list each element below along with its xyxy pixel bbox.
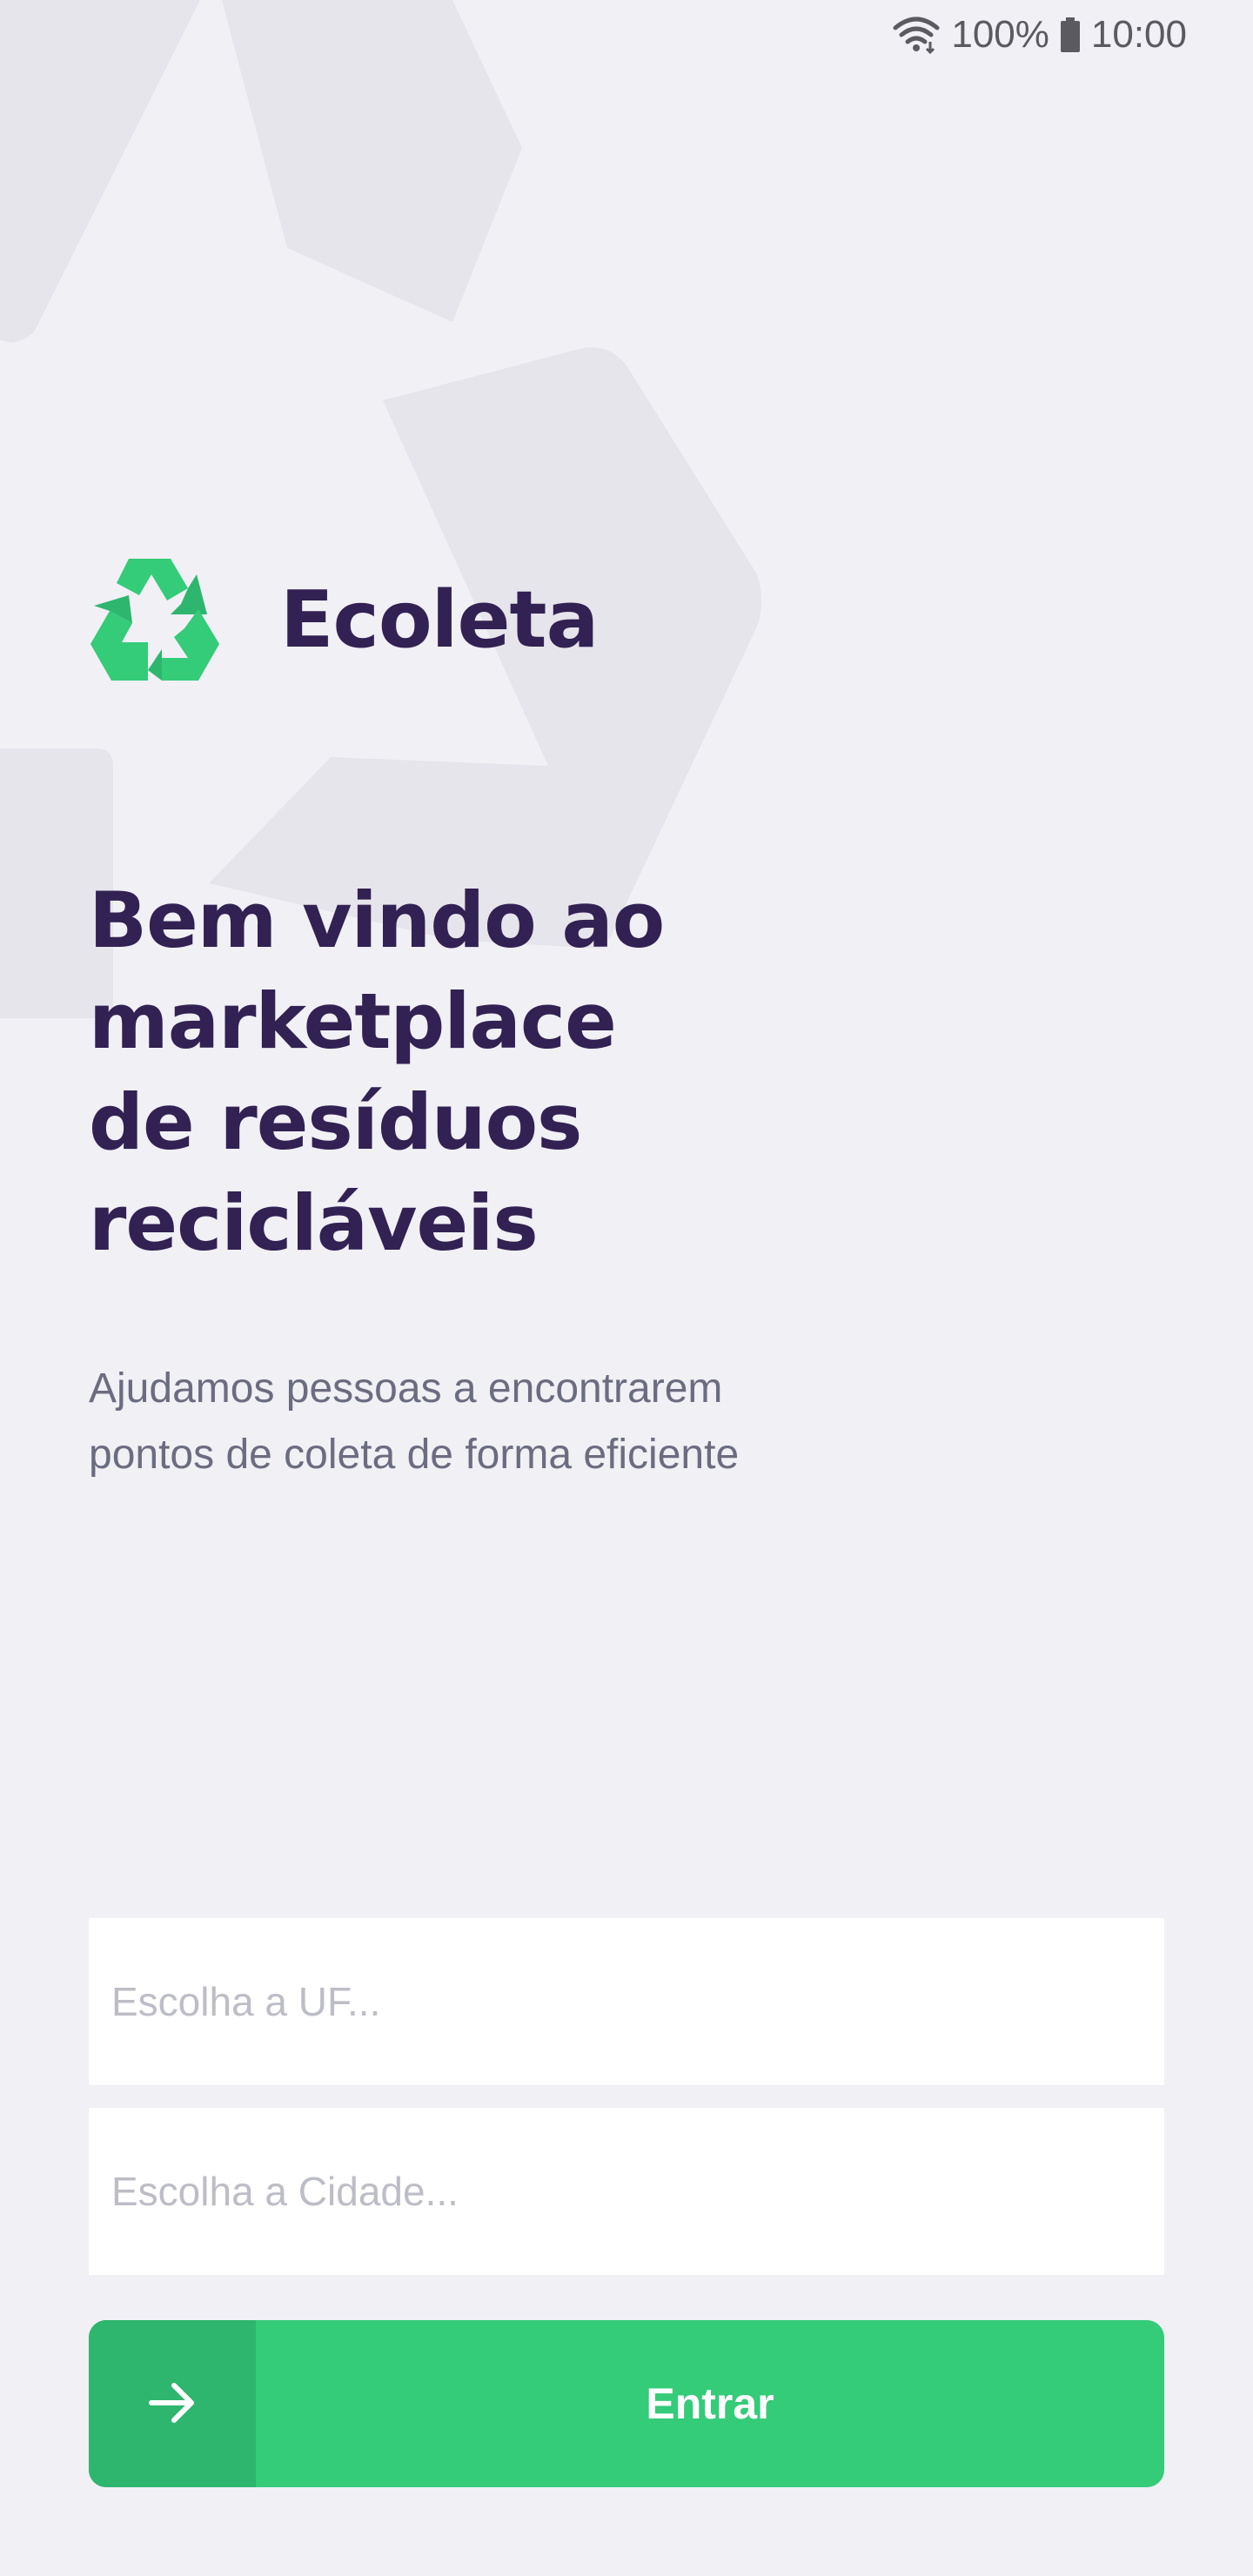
title-line: marketplace <box>89 976 617 1066</box>
title-line: de resíduos <box>89 1077 582 1167</box>
title-line: Bem vindo ao <box>89 875 665 965</box>
enter-button-label: Entrar <box>646 2379 774 2428</box>
welcome-description: Ajudamos pessoas a encontrarem pontos de… <box>89 1356 959 1488</box>
description-line: pontos de coleta de forma eficiente <box>89 1432 740 1478</box>
status-bar: 100% 10:00 <box>0 0 1253 70</box>
uf-input[interactable] <box>89 1918 1164 2085</box>
enter-button[interactable]: Entrar <box>89 2320 1164 2487</box>
arrow-right-icon <box>146 2380 198 2428</box>
wifi-icon <box>892 16 941 54</box>
clock: 10:00 <box>1090 13 1187 56</box>
welcome-title: Bem vindo ao marketplace de resíduos rec… <box>89 870 802 1274</box>
city-input[interactable] <box>89 2108 1164 2275</box>
app-name: Ecoleta <box>280 574 599 666</box>
app-logo: Ecoleta <box>87 553 599 687</box>
recycle-icon <box>87 553 223 687</box>
battery-icon <box>1060 17 1081 52</box>
description-line: Ajudamos pessoas a encontrarem <box>89 1365 723 1412</box>
enter-button-icon-area <box>89 2320 256 2487</box>
title-line: recicláveis <box>89 1178 539 1268</box>
battery-percentage: 100% <box>951 13 1049 56</box>
